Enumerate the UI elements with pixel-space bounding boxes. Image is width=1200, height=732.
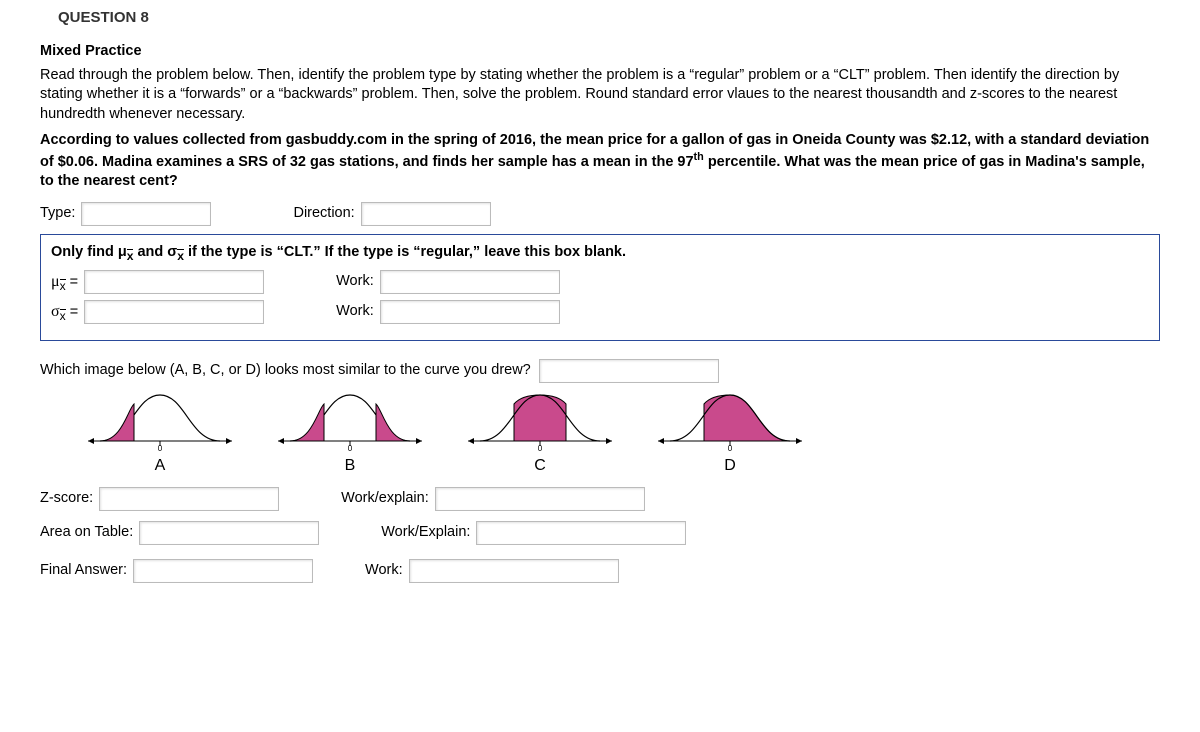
which-image-label: Which image below (A, B, C, or D) looks …: [40, 361, 531, 381]
final-input[interactable]: [133, 559, 313, 583]
zscore-input[interactable]: [99, 487, 279, 511]
clt-header: Only find μx and σx if the type is “CLT.…: [51, 243, 1149, 264]
clt-header-p2: and σ: [133, 244, 177, 260]
curve-b-label: B: [270, 455, 430, 477]
direction-input[interactable]: [361, 202, 491, 226]
zscore-work-input[interactable]: [435, 487, 645, 511]
curve-a-label: A: [80, 455, 240, 477]
type-input[interactable]: [81, 202, 211, 226]
curve-b-cell: 0 B: [270, 389, 430, 477]
curve-b-icon: 0: [270, 389, 430, 451]
clt-header-p3: if the type is “CLT.” If the type is “re…: [184, 244, 626, 260]
problem-text-sup: th: [694, 151, 704, 163]
curve-c-label: C: [460, 455, 620, 477]
curves-row: 0 A 0 B 0 C: [80, 389, 1160, 477]
mu-xbar-input[interactable]: [84, 270, 264, 294]
sigma-work-input[interactable]: [380, 300, 560, 324]
question-number: QUESTION 8: [58, 8, 1160, 28]
instructions-text: Read through the problem below. Then, id…: [40, 66, 1160, 125]
type-label: Type:: [40, 204, 75, 224]
area-input[interactable]: [139, 521, 319, 545]
svg-text:0: 0: [728, 444, 733, 451]
final-work-input[interactable]: [409, 559, 619, 583]
sigma-work-label: Work:: [336, 302, 374, 322]
area-work-input[interactable]: [476, 521, 686, 545]
zscore-label: Z-score:: [40, 489, 93, 509]
curve-c-icon: 0: [460, 389, 620, 451]
clt-box: Only find μx and σx if the type is “CLT.…: [40, 234, 1160, 341]
svg-text:0: 0: [348, 444, 353, 451]
svg-text:0: 0: [158, 444, 163, 451]
problem-text: According to values collected from gasbu…: [40, 131, 1160, 193]
mu-work-input[interactable]: [380, 270, 560, 294]
area-label: Area on Table:: [40, 523, 133, 543]
final-work-label: Work:: [365, 561, 403, 581]
which-image-input[interactable]: [539, 359, 719, 383]
curve-a-icon: 0: [80, 389, 240, 451]
mu-xbar-label: μx =: [51, 271, 78, 294]
direction-label: Direction:: [293, 204, 354, 224]
sigma-xbar-label: σx =: [51, 301, 78, 324]
svg-text:0: 0: [538, 444, 543, 451]
final-label: Final Answer:: [40, 561, 127, 581]
sigma-xbar-input[interactable]: [84, 300, 264, 324]
curve-d-label: D: [650, 455, 810, 477]
curve-d-cell: 0 D: [650, 389, 810, 477]
mu-work-label: Work:: [336, 272, 374, 292]
zscore-work-label: Work/explain:: [341, 489, 429, 509]
curve-d-icon: 0: [650, 389, 810, 451]
area-work-label: Work/Explain:: [381, 523, 470, 543]
curve-c-cell: 0 C: [460, 389, 620, 477]
curve-a-cell: 0 A: [80, 389, 240, 477]
section-title: Mixed Practice: [40, 42, 1160, 62]
clt-header-p1: Only find μ: [51, 244, 127, 260]
